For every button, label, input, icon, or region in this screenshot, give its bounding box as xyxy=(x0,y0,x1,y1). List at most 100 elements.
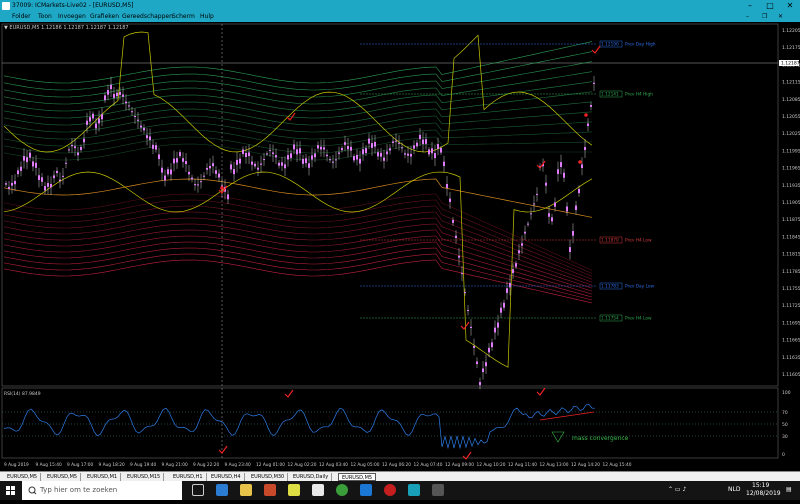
mail-icon[interactable] xyxy=(264,484,276,496)
price-tick-label: 1.12025 xyxy=(782,131,800,137)
level-value: 1.11754 xyxy=(601,316,619,322)
candle-body xyxy=(290,153,292,158)
level-value: 1.11783 xyxy=(601,284,619,290)
candle-body xyxy=(230,164,232,170)
candle-body xyxy=(83,138,85,143)
tab-8[interactable]: EURUSD,Daily xyxy=(290,473,333,481)
task-view-icon[interactable] xyxy=(192,484,204,496)
candle-body xyxy=(176,158,178,163)
menu-hulp[interactable]: Hulp xyxy=(200,13,214,20)
candle-body xyxy=(449,198,451,202)
candle-body xyxy=(536,193,538,195)
maximize-button[interactable]: □ xyxy=(760,0,780,12)
edge-icon[interactable] xyxy=(216,484,228,496)
candle-body xyxy=(350,146,352,151)
candle-body xyxy=(374,142,376,147)
menu-toon[interactable]: Toon xyxy=(38,13,52,20)
candle-body xyxy=(482,368,484,373)
candle-body xyxy=(344,142,346,145)
time-tick-label: 12 Aug 07:40 xyxy=(414,462,443,468)
menu-gereedschappen[interactable]: Gereedschappen xyxy=(122,13,173,20)
title-bar: 37009: ICMarkets-Live02 - [EURUSD,M5] – … xyxy=(0,0,800,12)
candle-body xyxy=(80,146,82,151)
candle-body xyxy=(479,382,481,386)
menu-bar: Folder Toon Invoegen Grafieken Gereedsch… xyxy=(0,12,800,22)
price-tick-label: 1.11635 xyxy=(782,355,800,361)
candle-body xyxy=(404,153,406,155)
price-chart[interactable]: 1.12190 Prev Day High 1.12141 Prev H4 High 1… xyxy=(0,22,800,470)
candle-body xyxy=(563,172,565,178)
candle-body xyxy=(161,167,163,173)
tab-3[interactable]: EURUSD,M1 xyxy=(84,473,122,481)
child-restore-button[interactable]: ❐ xyxy=(762,13,767,20)
candle-body xyxy=(164,175,166,181)
search-icon xyxy=(28,486,37,495)
candle-body xyxy=(320,146,322,150)
menu-folder[interactable]: Folder xyxy=(12,13,31,20)
candle-body xyxy=(332,161,334,163)
candle-body xyxy=(443,161,445,166)
close-button[interactable]: ✕ xyxy=(780,0,800,12)
notes-icon[interactable] xyxy=(288,484,300,496)
candle-body xyxy=(527,223,529,225)
child-close-button[interactable]: ✕ xyxy=(778,13,783,20)
tray-icons[interactable]: ⌃ ▭ ♪ xyxy=(668,486,686,493)
price-tick-label: 1.11815 xyxy=(782,252,800,258)
app-icon-gray[interactable] xyxy=(432,484,444,496)
metatrader-icon[interactable] xyxy=(408,484,420,496)
chrome-icon[interactable] xyxy=(336,484,348,496)
candle-body xyxy=(68,149,70,151)
candle-body xyxy=(257,167,259,170)
candle-body xyxy=(548,213,550,217)
candle-body xyxy=(452,220,454,223)
candle-body xyxy=(410,153,412,157)
menu-invoegen[interactable]: Invoegen xyxy=(58,13,86,20)
candle-body xyxy=(329,159,331,161)
minimize-button[interactable]: – xyxy=(740,0,760,12)
app-icon-blue[interactable] xyxy=(360,484,372,496)
child-minimize-button[interactable]: – xyxy=(746,13,749,20)
tab-9-active[interactable]: EURUSD,M5 xyxy=(338,473,377,481)
checkmark-icon xyxy=(460,321,470,330)
candle-body xyxy=(413,145,415,149)
tab-6[interactable]: EURUSD,H4 xyxy=(208,473,245,481)
green-ma-line xyxy=(3,51,593,91)
tab-5[interactable]: EURUSD,H1 xyxy=(170,473,207,481)
green-ma-line xyxy=(3,101,593,126)
candle-body xyxy=(485,362,487,367)
explorer-icon[interactable] xyxy=(240,484,252,496)
tab-4[interactable]: EURUSD,M15 xyxy=(124,473,165,481)
menu-grafieken[interactable]: Grafieken xyxy=(90,13,119,20)
tab-7[interactable]: EURUSD,M30 xyxy=(248,473,289,481)
price-tick-label: 1.11935 xyxy=(782,183,800,189)
price-tick-label: 1.11845 xyxy=(782,234,800,240)
candle-body xyxy=(545,182,547,186)
opera-icon[interactable] xyxy=(384,484,396,496)
price-tick-label: 1.11755 xyxy=(782,286,800,292)
notifications-icon[interactable]: ▤ xyxy=(786,486,792,493)
candle-body xyxy=(203,175,205,177)
start-button[interactable] xyxy=(0,481,22,500)
candle-body xyxy=(227,194,229,200)
menu-scherm[interactable]: Scherm xyxy=(172,13,195,20)
candle-body xyxy=(239,158,241,164)
price-axis: 1.122051.121751.121451.121151.120851.120… xyxy=(779,28,800,378)
chart-window[interactable]: 1.12190 Prev Day High 1.12141 Prev H4 High 1… xyxy=(0,22,800,470)
windows-icon xyxy=(6,486,15,495)
tab-1[interactable]: EURUSD,M5 xyxy=(4,473,42,481)
candle-body xyxy=(359,158,361,164)
search-box[interactable]: Typ hier om te zoeken xyxy=(22,481,182,500)
chart-tabs: EURUSD,M5 EURUSD,M5 EURUSD,M1 EURUSD,M15… xyxy=(0,471,800,481)
candle-body xyxy=(473,346,475,348)
app-icon-white[interactable] xyxy=(312,484,324,496)
candle-body xyxy=(251,161,253,165)
candle-body xyxy=(419,134,421,140)
tab-2[interactable]: EURUSD,M5 xyxy=(44,473,82,481)
language-indicator[interactable]: NLD xyxy=(728,486,740,493)
candle-body xyxy=(44,186,46,191)
clock-time[interactable]: 15:19 xyxy=(752,482,769,489)
checkmark-icon xyxy=(284,389,294,398)
candle-body xyxy=(461,273,463,275)
clock-date[interactable]: 12/08/2019 xyxy=(746,490,781,497)
candle-body xyxy=(170,169,172,175)
